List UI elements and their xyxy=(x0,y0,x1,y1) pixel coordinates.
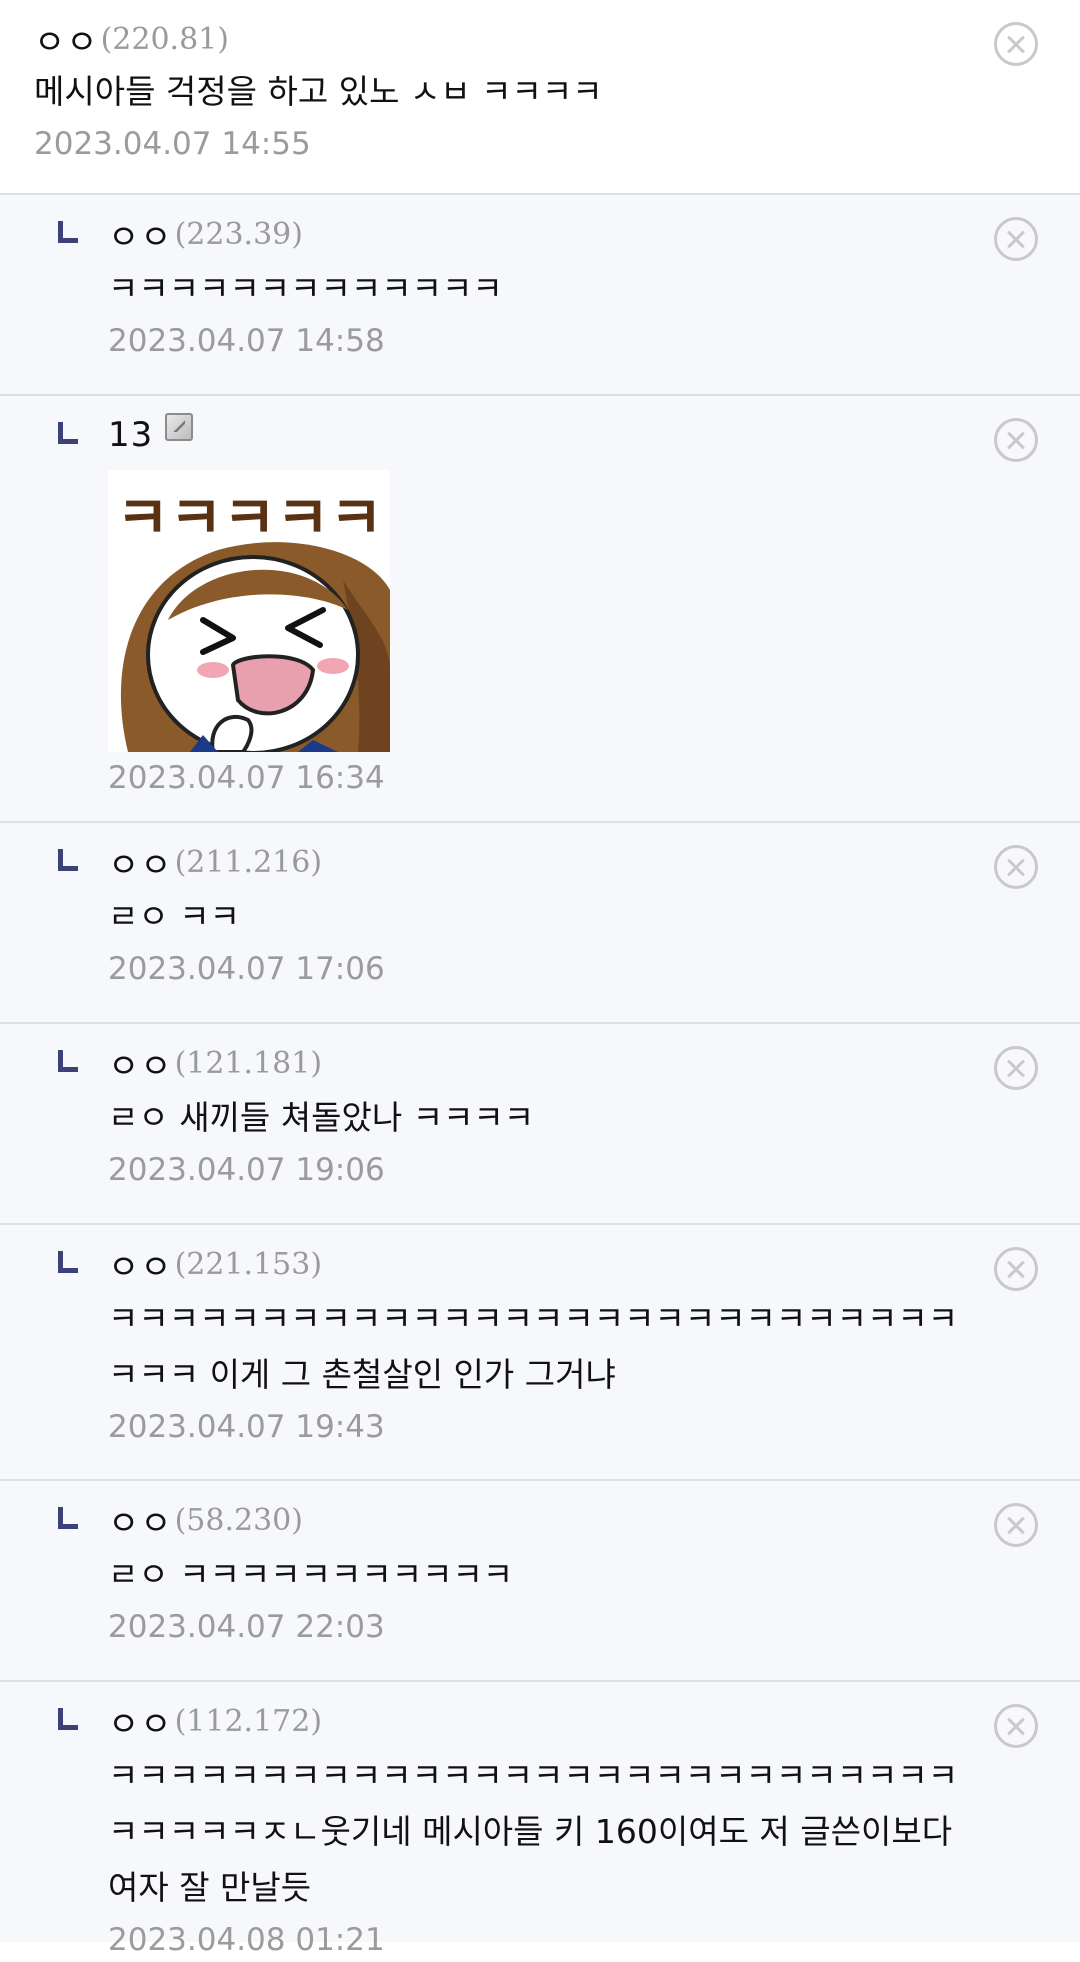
reply-arrow-icon xyxy=(58,221,78,243)
comment-author: ㅇㅇ (211.216) xyxy=(108,841,970,886)
comment-author: ㅇㅇ (221.153) xyxy=(108,1243,970,1288)
comment-ip: (211.216) xyxy=(174,844,323,880)
comment-text: ㄹㅇ ㅋㅋㅋㅋㅋㅋㅋㅋㅋㅋㅋ xyxy=(108,1555,514,1594)
comment-date: 2023.04.07 19:43 xyxy=(108,1409,385,1445)
close-circle-icon[interactable] xyxy=(994,1503,1038,1547)
reply-arrow-icon xyxy=(58,1251,78,1273)
reply-item: 13 ㅋㅋㅋㅋㅋ 2023.04.07 16:34 xyxy=(0,396,1080,823)
comment-date: 2023.04.08 01:21 xyxy=(108,1922,385,1958)
comment-text: ㅋㅋㅋㅋㅋㅋㅋㅋㅋㅋㅋㅋㅋㅋㅋㅋㅋㅋㅋㅋㅋㅋㅋㅋㅋㅋㅋㅋㅋㅋㅋ 이게 그 촌철살… xyxy=(108,1299,959,1394)
reply-item: ㅇㅇ (112.172) ㅋㅋㅋㅋㅋㅋㅋㅋㅋㅋㅋㅋㅋㅋㅋㅋㅋㅋㅋㅋㅋㅋㅋㅋㅋㅋㅋ… xyxy=(0,1682,1080,1958)
reply-item: ㅇㅇ (221.153) ㅋㅋㅋㅋㅋㅋㅋㅋㅋㅋㅋㅋㅋㅋㅋㅋㅋㅋㅋㅋㅋㅋㅋㅋㅋㅋㅋ… xyxy=(0,1225,1080,1481)
comment-date: 2023.04.07 17:06 xyxy=(108,951,385,987)
comment-date: 2023.04.07 14:55 xyxy=(34,126,311,162)
comment-nickname[interactable]: 13 xyxy=(108,415,153,455)
comment-nickname[interactable]: ㅇㅇ xyxy=(108,1697,173,1746)
comment-ip: (223.39) xyxy=(174,216,303,252)
close-circle-icon[interactable] xyxy=(994,418,1038,462)
comment-text: ㅋㅋㅋㅋㅋㅋㅋㅋㅋㅋㅋㅋㅋ xyxy=(108,269,503,308)
comment-nickname[interactable]: ㅇㅇ xyxy=(108,210,173,259)
reply-item: ㅇㅇ (121.181) ㄹㅇ 새끼들 쳐돌았나 ㅋㅋㅋㅋ 2023.04.07… xyxy=(0,1024,1080,1225)
comment-text: ㄹㅇ 새끼들 쳐돌았나 ㅋㅋㅋㅋ xyxy=(108,1098,535,1137)
reply-arrow-icon xyxy=(58,422,78,444)
comment-date: 2023.04.07 22:03 xyxy=(108,1609,385,1645)
reply-arrow-icon xyxy=(58,1050,78,1072)
comment-author: ㅇㅇ (58.230) xyxy=(108,1499,970,1544)
comment-text: ㄹㅇ ㅋㅋ xyxy=(108,897,240,936)
comment-date: 2023.04.07 14:58 xyxy=(108,323,385,359)
comment-nickname[interactable]: ㅇㅇ xyxy=(108,838,173,887)
comment-item: ㅇㅇ (220.81) 메시아들 걱정을 하고 있노 ㅅㅂ ㅋㅋㅋㅋ 2023.… xyxy=(0,0,1080,195)
reply-item: ㅇㅇ (211.216) ㄹㅇ ㅋㅋ 2023.04.07 17:06 xyxy=(0,823,1080,1024)
member-badge-icon xyxy=(165,413,194,441)
comment-ip: (121.181) xyxy=(174,1045,323,1081)
comment-ip: (220.81) xyxy=(100,21,229,57)
comment-nickname[interactable]: ㅇㅇ xyxy=(108,1039,173,1088)
close-circle-icon[interactable] xyxy=(994,22,1038,66)
comment-date: 2023.04.07 19:06 xyxy=(108,1152,385,1188)
comment-ip: (58.230) xyxy=(174,1502,303,1538)
comment-author: 13 xyxy=(108,413,970,456)
close-circle-icon[interactable] xyxy=(994,1046,1038,1090)
comment-nickname[interactable]: ㅇㅇ xyxy=(108,1496,173,1545)
reply-arrow-icon xyxy=(58,1507,78,1529)
comment-author: ㅇㅇ (223.39) xyxy=(108,213,970,258)
close-circle-icon[interactable] xyxy=(994,1247,1038,1291)
comment-author: ㅇㅇ (121.181) xyxy=(108,1042,970,1087)
close-circle-icon[interactable] xyxy=(994,217,1038,261)
laughing-girl-sticker: ㅋㅋㅋㅋㅋ xyxy=(108,470,390,752)
close-circle-icon[interactable] xyxy=(994,845,1038,889)
comment-ip: (112.172) xyxy=(174,1703,323,1739)
comment-ip: (221.153) xyxy=(174,1246,323,1282)
comment-author: ㅇㅇ (112.172) xyxy=(108,1700,970,1745)
close-circle-icon[interactable] xyxy=(994,1704,1038,1748)
comment-list: ㅇㅇ (220.81) 메시아들 걱정을 하고 있노 ㅅㅂ ㅋㅋㅋㅋ 2023.… xyxy=(0,0,1080,1958)
reply-item: ㅇㅇ (58.230) ㄹㅇ ㅋㅋㅋㅋㅋㅋㅋㅋㅋㅋㅋ 2023.04.07 22… xyxy=(0,1481,1080,1682)
comment-author: ㅇㅇ (220.81) xyxy=(34,18,970,63)
reply-arrow-icon xyxy=(58,1708,78,1730)
comment-nickname[interactable]: ㅇㅇ xyxy=(34,15,99,64)
comment-text: 메시아들 걱정을 하고 있노 ㅅㅂ ㅋㅋㅋㅋ xyxy=(34,72,603,111)
comment-nickname[interactable]: ㅇㅇ xyxy=(108,1240,173,1289)
comment-date: 2023.04.07 16:34 xyxy=(108,760,385,796)
comment-text: ㅋㅋㅋㅋㅋㅋㅋㅋㅋㅋㅋㅋㅋㅋㅋㅋㅋㅋㅋㅋㅋㅋㅋㅋㅋㅋㅋㅋㅋㅋㅋㅋㅋㅈㄴ웃기네 메… xyxy=(108,1756,959,1907)
reply-item: ㅇㅇ (223.39) ㅋㅋㅋㅋㅋㅋㅋㅋㅋㅋㅋㅋㅋ 2023.04.07 14:… xyxy=(0,195,1080,396)
reply-arrow-icon xyxy=(58,849,78,871)
sticker-text: ㅋㅋㅋㅋㅋ xyxy=(116,484,383,552)
